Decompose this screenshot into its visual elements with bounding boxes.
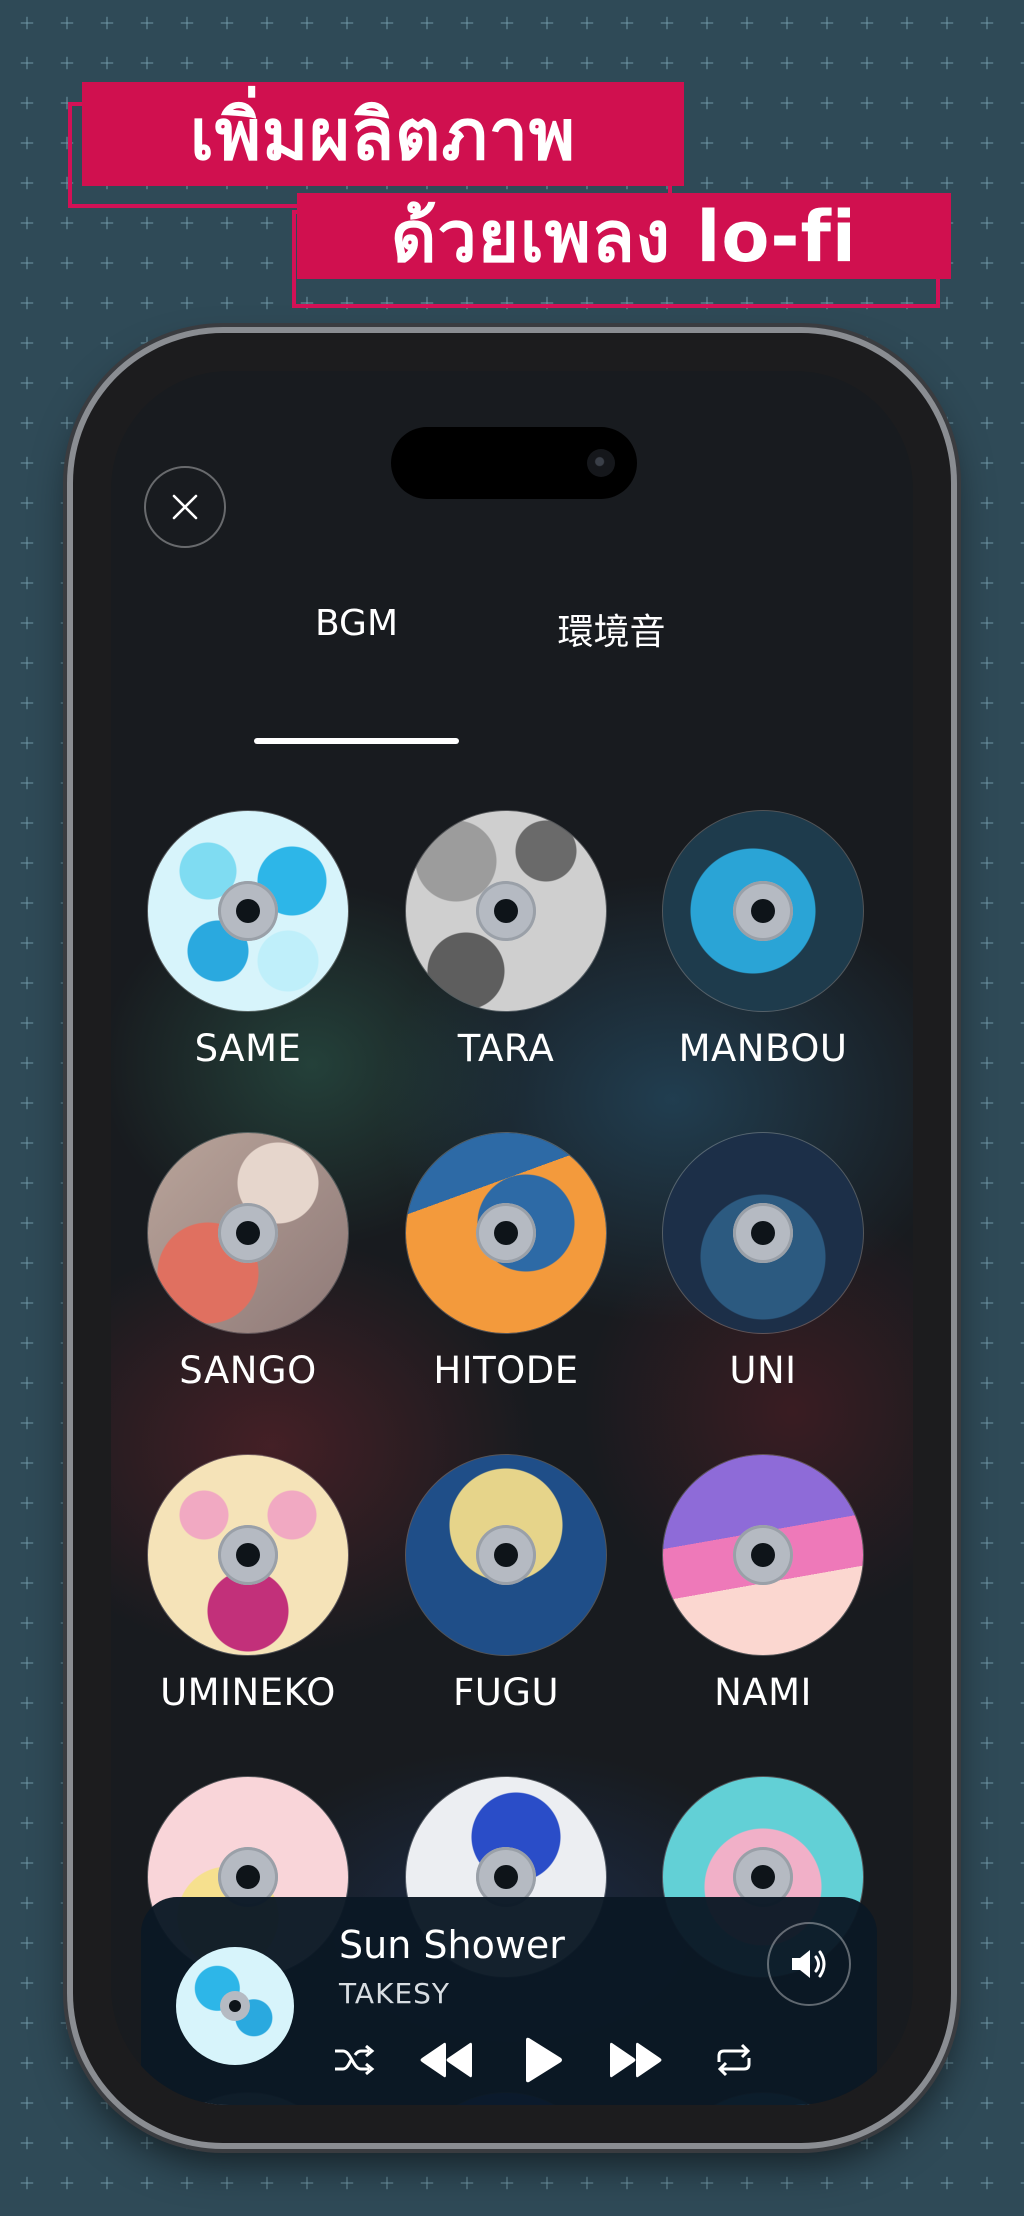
track-label: SAME: [194, 1027, 302, 1070]
phone-volume-down-button: [64, 990, 72, 1125]
close-icon: [172, 494, 198, 520]
disc-art: [663, 1133, 863, 1333]
camera-icon: [587, 449, 615, 477]
play-icon: [526, 2037, 562, 2083]
previous-icon: [420, 2042, 472, 2078]
dynamic-island: [391, 427, 637, 499]
track-nami[interactable]: NAMI: [658, 1455, 868, 1714]
active-tab-indicator: [254, 738, 459, 744]
next-icon: [610, 2042, 662, 2078]
track-label: UMINEKO: [160, 1671, 336, 1714]
next-button[interactable]: [605, 2031, 669, 2089]
track-label: HITODE: [433, 1349, 579, 1392]
track-manbou[interactable]: MANBOU: [658, 811, 868, 1070]
tab-ambient-label: 環境音: [557, 612, 666, 653]
mini-player[interactable]: Sun Shower TAKESY: [141, 1897, 877, 2105]
track-label: TARA: [457, 1027, 555, 1070]
phone-power-button: [952, 910, 960, 1120]
tab-bgm[interactable]: BGM: [254, 603, 459, 644]
track-umineko[interactable]: UMINEKO: [143, 1455, 353, 1714]
disc-art: [663, 811, 863, 1011]
track-label: MANBOU: [678, 1027, 848, 1070]
tab-ambient[interactable]: 環境音: [509, 603, 714, 655]
headline-line2-text: ด้วยเพลง lo-fi: [297, 193, 951, 279]
track-hitode[interactable]: HITODE: [401, 1133, 611, 1392]
track-sango[interactable]: SANGO: [143, 1133, 353, 1392]
now-playing-title: Sun Shower: [339, 1923, 565, 1967]
volume-button[interactable]: [767, 1922, 851, 2006]
tab-bgm-label: BGM: [314, 603, 399, 644]
track-label: FUGU: [452, 1671, 560, 1714]
disc-art: [406, 1133, 606, 1333]
previous-button[interactable]: [413, 2031, 477, 2089]
track-label: NAMI: [714, 1671, 812, 1714]
disc-art: [148, 1133, 348, 1333]
disc-art: [406, 811, 606, 1011]
disc-art: [406, 1455, 606, 1655]
track-same[interactable]: SAME: [143, 811, 353, 1070]
disc-art: [663, 1455, 863, 1655]
disc-art: [148, 811, 348, 1011]
repeat-icon: [717, 2043, 751, 2077]
track-fugu[interactable]: FUGU: [401, 1455, 611, 1714]
speaker-icon: [792, 1950, 826, 1978]
shuffle-button[interactable]: [329, 2035, 379, 2085]
track-uni[interactable]: UNI: [658, 1133, 868, 1392]
app-screen: BGM 環境音 SAME TARA MANBOU SANGO HITODE UN…: [111, 371, 913, 2105]
play-button[interactable]: [511, 2031, 573, 2089]
close-button[interactable]: [144, 466, 226, 548]
phone-action-button: [64, 680, 72, 750]
phone-frame: BGM 環境音 SAME TARA MANBOU SANGO HITODE UN…: [73, 333, 951, 2143]
shuffle-icon: [335, 2044, 375, 2076]
track-tara[interactable]: TARA: [401, 811, 611, 1070]
headline-line1-text: เพิ่มผลิตภาพ: [82, 82, 684, 186]
disc-art: [148, 1455, 348, 1655]
repeat-button[interactable]: [709, 2035, 759, 2085]
now-playing-art: [176, 1947, 294, 2065]
track-label: UNI: [729, 1349, 797, 1392]
track-label: SANGO: [179, 1349, 317, 1392]
now-playing-artist: TAKESY: [339, 1977, 451, 2010]
phone-volume-up-button: [64, 812, 72, 947]
